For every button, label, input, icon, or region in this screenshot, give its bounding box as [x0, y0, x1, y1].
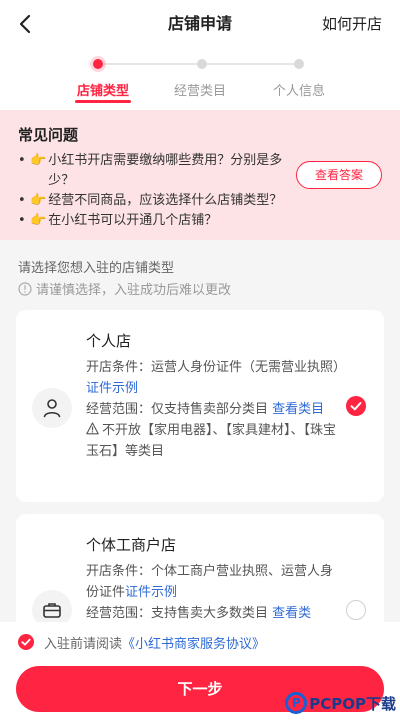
store-condition: 开店条件：个体工商户营业执照、运营人身份证件证件示例: [86, 564, 334, 600]
warning-triangle-icon: [86, 422, 99, 435]
view-answers-button[interactable]: 查看答案: [296, 161, 382, 189]
step-connector: [207, 63, 299, 65]
step-dot-personal-info: [294, 59, 304, 69]
info-circle-icon: [18, 281, 32, 296]
store-type-card-personal[interactable]: 个人店 开店条件：运营人身份证件（无需营业执照）证件示例 经营范围：仅支持售卖部…: [16, 310, 384, 502]
faq-item[interactable]: • 👉 小红书开店需要缴纳哪些费用？分别是多少？: [18, 151, 298, 191]
store-type-name: 个人店: [86, 332, 132, 350]
step-label-store-type: 店铺类型: [76, 84, 129, 99]
view-categories-link[interactable]: 查看类: [272, 606, 311, 621]
step-label-category: 经营类目: [173, 84, 226, 99]
header: 店铺申请 如何开店: [0, 0, 400, 48]
watermark-logo-icon: P: [285, 692, 308, 714]
document-example-link[interactable]: 证件示例: [86, 381, 138, 396]
store-scope: 经营范围：支持售卖大多数类目 查看类: [86, 606, 312, 621]
agreement-checkbox[interactable]: [18, 634, 34, 650]
store-type-radio-unselected[interactable]: [346, 600, 366, 620]
step-label-personal-info: 个人信息: [272, 84, 325, 99]
store-condition: 开店条件：运营人身份证件（无需营业执照）证件示例: [86, 360, 347, 396]
store-type-name: 个体工商户店: [86, 536, 177, 554]
pointing-hand-icon: 👉: [30, 193, 47, 208]
pointing-hand-icon: 👉: [30, 213, 47, 228]
store-restriction: 不开放【家用电器】、【家具建材】、【珠宝玉石】等类目: [86, 422, 337, 459]
agreement-row: 入驻前请阅读 《小红书商家服务协议》: [0, 622, 400, 662]
how-to-open-store-link[interactable]: 如何开店: [322, 12, 382, 36]
step-dot-store-type: [93, 59, 103, 69]
watermark: P PCPOP下载: [285, 692, 396, 714]
faq-title: 常见问题: [18, 126, 79, 144]
pointing-hand-icon: 👉: [30, 153, 47, 168]
step-connector: [103, 63, 197, 65]
store-scope: 经营范围：仅支持售卖部分类目 查看类目: [86, 402, 325, 417]
person-icon: [32, 388, 72, 428]
step-dot-category: [197, 59, 207, 69]
section-title: 请选择您想入驻的店铺类型: [18, 261, 175, 276]
store-type-radio-selected[interactable]: [346, 396, 366, 416]
active-step-underline: [75, 100, 131, 103]
selection-warning: 请谨慎选择，入驻成功后难以更改: [18, 279, 231, 298]
faq-item[interactable]: • 👉 经营不同商品，应该选择什么店铺类型？: [18, 191, 298, 211]
view-categories-link[interactable]: 查看类目: [272, 402, 324, 417]
document-example-link[interactable]: 证件示例: [125, 585, 177, 600]
faq-panel: 常见问题 • 👉 小红书开店需要缴纳哪些费用？分别是多少？ • 👉 经营不同商品，应该选…: [0, 110, 400, 240]
faq-item[interactable]: • 👉 在小红书可以开通几个店铺？: [18, 211, 298, 231]
progress-stepper: 店铺类型 经营类目 个人信息: [0, 48, 400, 110]
merchant-agreement-link[interactable]: 《小红书商家服务协议》: [122, 633, 265, 652]
